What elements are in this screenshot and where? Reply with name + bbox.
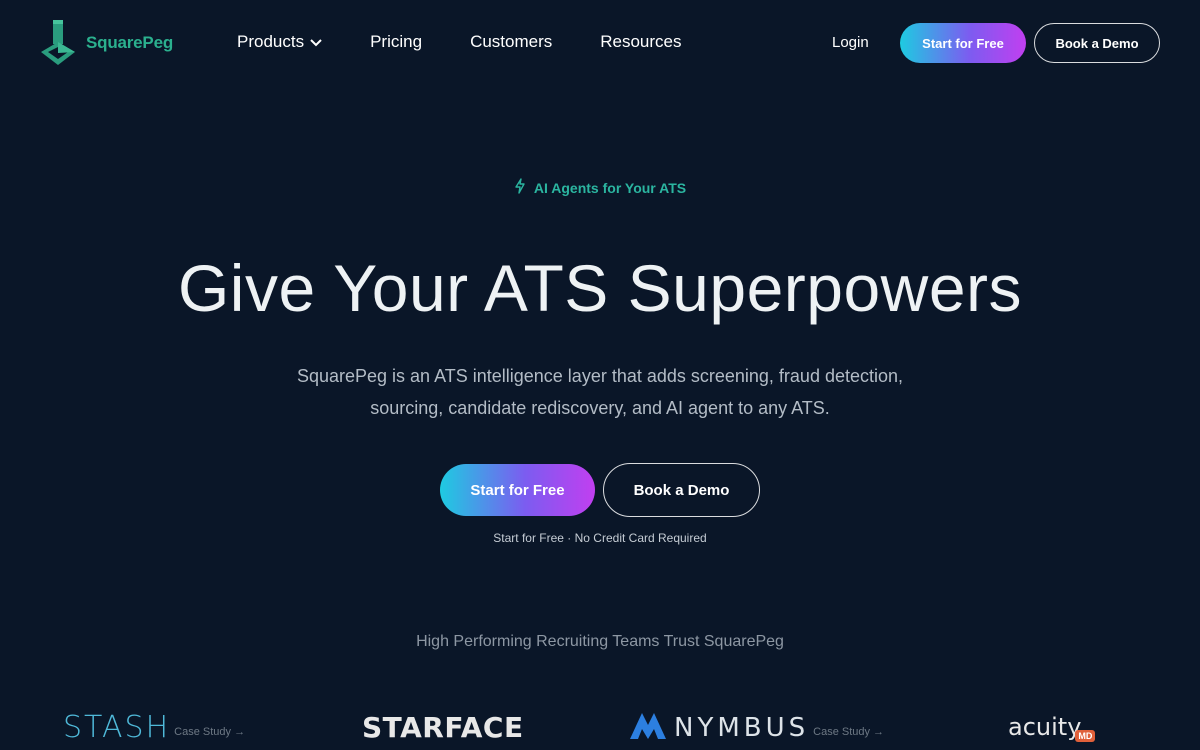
nav-products-label: Products	[237, 32, 305, 51]
logo-starface: STARFACE	[362, 708, 524, 748]
logo-nymbus[interactable]: NYMBUS Case Study →	[630, 708, 884, 748]
customer-logos: STASH Case Study → STARFACE NYMBUS Case …	[0, 708, 1200, 750]
squarepeg-logo-icon	[41, 20, 75, 65]
nymbus-wordmark: NYMBUS	[674, 713, 810, 743]
nav-start-free-button[interactable]: Start for Free	[900, 23, 1026, 63]
login-link[interactable]: Login	[832, 34, 869, 51]
logo-stash[interactable]: STASH Case Study →	[63, 708, 245, 748]
trust-heading: High Performing Recruiting Teams Trust S…	[416, 633, 784, 650]
eyebrow-text: AI Agents for Your ATS	[533, 179, 687, 196]
nav-pricing[interactable]: Pricing	[370, 32, 422, 52]
nav-customers[interactable]: Customers	[470, 32, 552, 52]
hero-subtext: SquarePeg is an ATS intelligence layer t…	[296, 366, 904, 418]
stash-wordmark: STASH	[63, 710, 171, 745]
chevron-down-icon	[310, 32, 322, 52]
lightning-bolt-icon	[514, 178, 534, 197]
hero-start-free-button[interactable]: Start for Free	[440, 464, 595, 516]
brand-logo[interactable]: SquarePeg	[40, 20, 173, 66]
nav-resources[interactable]: Resources	[600, 32, 681, 52]
logo-acuity: acuity MD	[1008, 708, 1096, 746]
top-navigation: SquarePeg Products Pricing Customers Res…	[0, 0, 1200, 86]
hero-book-demo-button[interactable]: Book a Demo	[603, 463, 760, 517]
starface-wordmark: STARFACE	[362, 711, 524, 744]
acuity-md-tag: MD	[1075, 730, 1096, 742]
nav-links: Products Pricing Customers Resources	[237, 32, 730, 52]
hero-eyebrow: AI Agents for Your ATS	[0, 178, 1200, 197]
nav-book-demo-button[interactable]: Book a Demo	[1034, 23, 1160, 63]
stash-case-study-link[interactable]: Case Study →	[174, 726, 245, 738]
nav-products[interactable]: Products	[237, 32, 322, 52]
nymbus-case-study-link[interactable]: Case Study →	[813, 726, 884, 738]
nymbus-mark-icon	[630, 709, 666, 744]
hero-headline: Give Your ATS Superpowers	[177, 251, 1023, 325]
hero-note: Start for Free · No Credit Card Required	[493, 531, 707, 545]
brand-name: SquarePeg	[86, 33, 174, 52]
acuity-wordmark: acuity	[1008, 713, 1082, 741]
